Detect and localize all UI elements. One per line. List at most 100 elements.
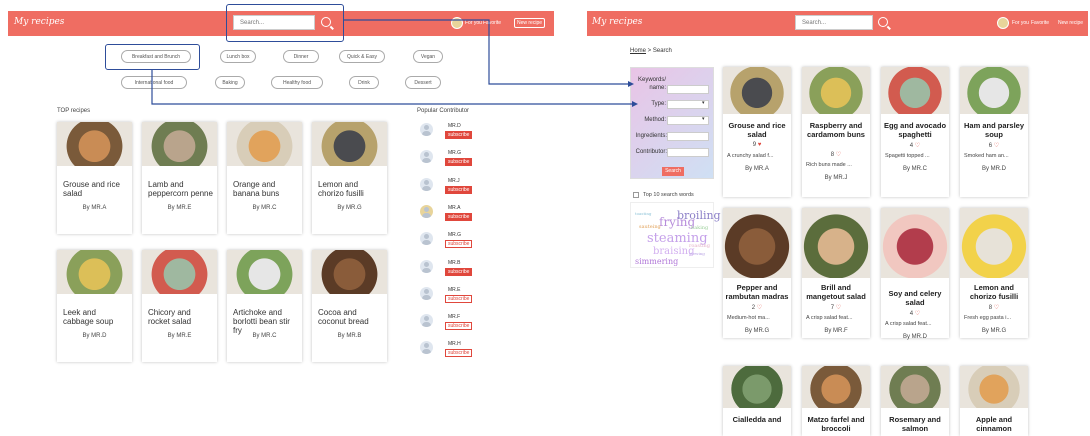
category-chip[interactable]: Baking — [215, 76, 245, 89]
search-icon-right[interactable] — [878, 17, 888, 27]
search-input-right[interactable]: Search... — [795, 15, 873, 30]
new-recipe-button[interactable]: New recipe — [514, 18, 546, 28]
heart-icon[interactable]: ♡ — [913, 311, 920, 317]
heart-icon[interactable]: ♡ — [992, 143, 999, 149]
subscribe-button[interactable]: subscribe — [445, 212, 473, 221]
category-chip[interactable]: Quick & Easy — [339, 50, 385, 63]
recipe-card[interactable]: Chicory and rocket salad By MR.E — [142, 250, 217, 362]
like-count[interactable]: 4 ♡ — [881, 310, 949, 317]
recipe-image — [57, 250, 132, 294]
heart-icon[interactable]: ♡ — [913, 143, 920, 149]
contributor-avatar[interactable] — [420, 204, 433, 218]
subscribe-button[interactable]: subscribe — [445, 322, 473, 331]
recipe-title: Cocoa and coconut bread — [318, 308, 369, 327]
category-chip[interactable]: Dessert — [405, 76, 441, 89]
app-logo[interactable]: My recipes — [14, 17, 64, 27]
recipe-card[interactable]: Grouse and rice salad By MR.A — [57, 122, 132, 234]
contributor-name[interactable]: MR.G — [448, 232, 461, 238]
category-chip[interactable]: Drink — [349, 76, 379, 89]
like-count[interactable]: 6 ♡ — [960, 142, 1028, 149]
result-card[interactable]: Cialledda and — [723, 366, 791, 436]
heart-icon[interactable]: ♡ — [755, 305, 762, 311]
category-chip[interactable]: International food — [121, 76, 187, 89]
like-count[interactable]: 8 ♡ — [960, 304, 1028, 311]
contributor-avatar[interactable] — [420, 150, 433, 164]
result-card[interactable]: Rosemary and salmon — [881, 366, 949, 436]
favorite-link[interactable]: Favorite — [483, 20, 501, 26]
top10-checkbox[interactable] — [633, 192, 639, 198]
contributor-name[interactable]: MR.E — [448, 287, 461, 293]
contributor-name[interactable]: MR.G — [448, 150, 461, 156]
recipe-author: By MR.G — [337, 205, 362, 211]
result-card[interactable]: Apple and cinnamon — [960, 366, 1028, 436]
result-card[interactable]: Raspberry and cardamom buns 8 ♡ Rich buns … — [802, 67, 870, 197]
result-image — [960, 366, 1028, 408]
contributor-name[interactable]: MR.B — [448, 260, 461, 266]
avatar[interactable] — [451, 17, 463, 29]
subscribe-button[interactable]: subscribe — [445, 185, 473, 194]
recipe-card[interactable]: Lemon and chorizo fusilli By MR.G — [312, 122, 387, 234]
contributor-name[interactable]: MR.J — [448, 178, 460, 184]
result-card[interactable]: Soy and celery salad 4 ♡ A crisp salad fea… — [881, 208, 949, 340]
heart-icon[interactable]: ♡ — [992, 305, 999, 311]
contributor-avatar[interactable] — [420, 341, 433, 355]
heart-icon[interactable]: ♡ — [834, 152, 841, 158]
recipe-card[interactable]: Artichoke and borlotti bean stir fry By M… — [227, 250, 302, 362]
result-card[interactable]: Egg and avocado spaghetti 4 ♡ Spagetti top… — [881, 67, 949, 197]
contributor-name[interactable]: MR.H — [448, 341, 461, 347]
contributor-avatar[interactable] — [420, 286, 433, 300]
word-cloud: broiling frying steaming braising simmer… — [630, 202, 721, 268]
contributor-avatar[interactable] — [420, 259, 433, 273]
contributor-avatar[interactable] — [420, 314, 433, 328]
contributor-avatar[interactable] — [420, 123, 433, 136]
breadcrumb-home[interactable]: Home — [630, 48, 646, 54]
result-card[interactable]: Grouse and rice salad 9 ♥ A crunchy salad … — [723, 67, 791, 197]
like-count[interactable]: 2 ♡ — [723, 304, 791, 311]
result-description: Rich buns made ... — [806, 162, 852, 168]
recipe-card[interactable]: Lamb and peppercorn penne By MR.E — [142, 122, 217, 234]
contributor-name[interactable]: MR.F — [448, 314, 460, 320]
app-logo-right[interactable]: My recipes — [592, 17, 642, 27]
new-recipe-button-right[interactable]: New recipe — [1058, 20, 1083, 26]
recipe-image — [227, 122, 302, 166]
category-chip[interactable]: Lunch box — [220, 50, 256, 63]
favorite-link-right[interactable]: Favorite — [1031, 20, 1049, 26]
search-button[interactable]: Search — [662, 167, 684, 176]
subscribe-button[interactable]: subscribe — [445, 131, 473, 139]
contributor-name[interactable]: MR.A — [448, 205, 461, 211]
heart-icon[interactable]: ♥ — [756, 142, 762, 148]
category-highlight-box — [105, 44, 200, 70]
result-card[interactable]: Pepper and rambutan madras 2 ♡ Medium-hot … — [723, 208, 791, 338]
like-count[interactable]: 8 ♡ — [802, 151, 870, 158]
avatar-right[interactable] — [997, 17, 1009, 29]
result-card[interactable]: Matzo farfel and broccoli — [802, 366, 870, 436]
word-cloud-word: sauteing — [639, 224, 661, 230]
like-count[interactable]: 4 ♡ — [881, 142, 949, 149]
contributor-avatar[interactable] — [420, 232, 433, 246]
ingredients-input[interactable] — [667, 132, 709, 141]
contributor-input[interactable] — [667, 148, 709, 157]
for-you-link-right[interactable]: For you — [1012, 20, 1029, 26]
like-count[interactable]: 7 ♡ — [802, 304, 870, 311]
result-image — [802, 366, 870, 408]
keywords-input[interactable] — [667, 85, 709, 94]
category-chip[interactable]: Vegan — [413, 50, 443, 63]
category-chip[interactable]: Healthy food — [271, 76, 323, 89]
result-card[interactable]: Ham and parsley soup 6 ♡ Smoked ham an... B… — [960, 67, 1028, 197]
for-you-link[interactable]: For you — [465, 20, 482, 26]
result-card[interactable]: Lemon and chorizo fusilli 8 ♡ Fresh egg pa… — [960, 208, 1028, 338]
subscribe-button[interactable]: subscribe — [445, 158, 473, 167]
contributor-avatar[interactable] — [420, 177, 433, 191]
contributor-name[interactable]: MR.D — [448, 123, 461, 129]
subscribe-button[interactable]: subscribe — [445, 240, 473, 249]
like-count[interactable]: 9 ♥ — [723, 142, 791, 148]
recipe-card[interactable]: Cocoa and coconut bread By MR.B — [312, 250, 387, 362]
result-card[interactable]: Brill and mangetout salad 7 ♡ A crisp sala… — [802, 208, 870, 338]
recipe-card[interactable]: Orange and banana buns By MR.C — [227, 122, 302, 234]
subscribe-button[interactable]: subscribe — [445, 349, 473, 358]
category-chip[interactable]: Dinner — [283, 50, 319, 63]
subscribe-button[interactable]: subscribe — [445, 267, 473, 276]
recipe-card[interactable]: Leek and cabbage soup By MR.D — [57, 250, 132, 362]
subscribe-button[interactable]: subscribe — [445, 294, 473, 303]
heart-icon[interactable]: ♡ — [834, 305, 841, 311]
